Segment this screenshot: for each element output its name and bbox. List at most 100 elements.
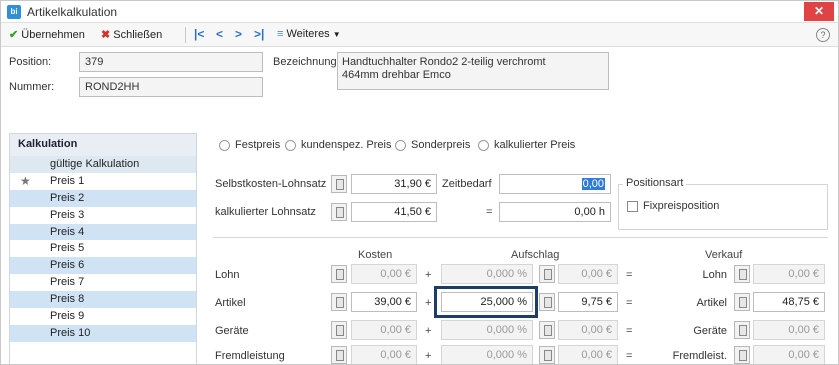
calculator-icon[interactable] — [734, 293, 750, 311]
calculator-icon[interactable] — [331, 175, 347, 193]
verkauf-label-geraete: Geräte — [693, 325, 727, 337]
calculator-icon — [539, 321, 555, 339]
kalkulation-list-header: Kalkulation — [10, 134, 196, 156]
row-label-artikel: Artikel — [215, 297, 246, 309]
artikel-kosten-field[interactable]: 39,00 € — [351, 292, 417, 312]
star-icon: ★ — [20, 173, 31, 188]
app-icon: bi — [7, 5, 21, 19]
calculator-icon — [734, 321, 750, 339]
list-item-label: Preis 9 — [50, 310, 85, 323]
window-title: Artikelkalkulation — [27, 5, 118, 19]
fremdleistung-kosten-field: 0,00 € — [351, 345, 417, 364]
bezeichnung-line-2: 464mm drehbar Emco — [342, 69, 451, 81]
calculator-icon — [539, 346, 555, 364]
calculator-icon[interactable] — [331, 203, 347, 221]
list-item-gueltige-kalkulation[interactable]: gültige Kalkulation — [10, 156, 196, 173]
geraete-verkauf-field: 0,00 € — [753, 320, 825, 340]
list-item-preis-2[interactable]: Preis 2 — [10, 189, 196, 207]
list-item-preis-5[interactable]: Preis 5 — [10, 240, 196, 257]
verkauf-label-artikel: Artikel — [696, 297, 727, 309]
list-item-preis-8[interactable]: Preis 8 — [10, 291, 196, 309]
calculator-icon — [734, 265, 750, 283]
lohn-aufschlag-field: 0,00 € — [558, 264, 618, 284]
next-record-icon[interactable]: > — [235, 27, 242, 41]
list-item-label: Preis 3 — [50, 208, 85, 221]
help-icon[interactable]: ? — [816, 28, 830, 42]
equals-sign: = — [626, 350, 633, 362]
list-item-preis-3[interactable]: Preis 3 — [10, 207, 196, 224]
checkmark-icon: ✔ — [9, 29, 19, 41]
apply-button[interactable]: ✔ Übernehmen — [9, 28, 85, 41]
close-window-button[interactable]: ✕ — [804, 2, 834, 21]
radio-festpreis[interactable] — [219, 140, 230, 151]
close-label: Schließen — [113, 29, 163, 41]
lohn-verkauf-field: 0,00 € — [753, 264, 825, 284]
equals-sign: = — [486, 206, 493, 218]
lohn-kosten-field: 0,00 € — [351, 264, 417, 284]
zeitbedarf-field[interactable]: 0,00 — [499, 174, 611, 194]
first-record-icon[interactable]: |< — [194, 27, 204, 41]
lohnsatz-result-field: 0,00 h — [499, 202, 611, 222]
nummer-field[interactable]: ROND2HH — [79, 77, 263, 97]
radio-kalkulierter-preis[interactable] — [478, 140, 489, 151]
artikel-verkauf-field[interactable]: 48,75 € — [753, 292, 825, 312]
list-item-label: Preis 2 — [50, 191, 85, 204]
zeitbedarf-label: Zeitbedarf — [442, 178, 492, 190]
calculator-icon — [539, 265, 555, 283]
list-item-preis-9[interactable]: Preis 9 — [10, 308, 196, 325]
plus-sign: + — [425, 269, 432, 281]
more-menu-button[interactable]: ≡ Weiteres ▼ — [277, 28, 341, 40]
plus-sign: + — [425, 325, 432, 337]
highlight-frame — [434, 286, 538, 318]
kalkulation-list: Kalkulation gültige Kalkulation ★ Preis 1… — [9, 133, 197, 364]
radio-sonderpreis[interactable] — [395, 140, 406, 151]
fixpreisposition-label: Fixpreisposition — [643, 200, 720, 212]
positionsart-title: Positionsart — [623, 177, 687, 189]
cross-icon: ✖ — [101, 29, 111, 41]
calculator-icon[interactable] — [331, 293, 347, 311]
radio-kundenspez-preis[interactable] — [285, 140, 296, 151]
fixpreisposition-checkbox[interactable] — [627, 201, 638, 212]
kalkulierter-lohnsatz-label: kalkulierter Lohnsatz — [215, 206, 316, 218]
plus-sign: + — [425, 350, 432, 362]
list-item-preis-4[interactable]: Preis 4 — [10, 223, 196, 241]
nummer-label: Nummer: — [9, 81, 55, 93]
kalkulierter-lohnsatz-field[interactable]: 41,50 € — [351, 202, 437, 222]
selbstkosten-lohnsatz-field[interactable]: 31,90 € — [351, 174, 437, 194]
position-label: Position: — [9, 56, 52, 68]
artikel-aufschlag-field[interactable]: 9,75 € — [558, 292, 618, 312]
lohn-aufschlag-prozent-field: 0,000 % — [441, 264, 533, 284]
bezeichnung-field[interactable]: Handtuchhalter Rondo2 2-teilig verchromt… — [337, 52, 609, 90]
list-item-preis-7[interactable]: Preis 7 — [10, 274, 196, 291]
plus-sign: + — [425, 297, 432, 309]
previous-record-icon[interactable]: < — [216, 27, 223, 41]
list-item-label: Preis 7 — [50, 276, 85, 289]
bezeichnung-label: Bezeichnung: — [273, 56, 340, 68]
calculator-icon — [331, 321, 347, 339]
row-label-fremdleistung: Fremdleistung — [215, 350, 285, 362]
last-record-icon[interactable]: >| — [254, 27, 264, 41]
fremdleistung-aufschlag-field: 0,00 € — [558, 345, 618, 364]
radio-label-kundenspez-preis: kundenspez. Preis — [301, 139, 392, 151]
list-item-label: Preis 10 — [50, 326, 91, 339]
calculator-icon[interactable] — [539, 293, 555, 311]
list-icon: ≡ — [277, 28, 284, 40]
list-item-preis-10[interactable]: Preis 10 — [10, 324, 196, 342]
equals-sign: = — [626, 297, 633, 309]
list-item-label: Preis 4 — [50, 225, 85, 238]
verkauf-label-lohn: Lohn — [702, 269, 727, 281]
radio-label-kalkulierter-preis: kalkulierter Preis — [494, 139, 576, 151]
row-label-lohn: Lohn — [215, 269, 240, 281]
zeitbedarf-value: 0,00 — [581, 178, 605, 190]
calculator-icon — [734, 346, 750, 364]
close-button[interactable]: ✖ Schließen — [101, 28, 162, 41]
position-field[interactable]: 379 — [79, 52, 263, 72]
toolbar-separator — [185, 27, 186, 43]
list-item-preis-1[interactable]: ★ Preis 1 — [10, 173, 196, 190]
list-item-label: Preis 8 — [50, 293, 85, 306]
more-label: Weiteres — [286, 28, 330, 40]
geraete-aufschlag-field: 0,00 € — [558, 320, 618, 340]
equals-sign: = — [626, 325, 633, 337]
list-item-preis-6[interactable]: Preis 6 — [10, 257, 196, 275]
fremdleistung-verkauf-field: 0,00 € — [753, 345, 825, 364]
